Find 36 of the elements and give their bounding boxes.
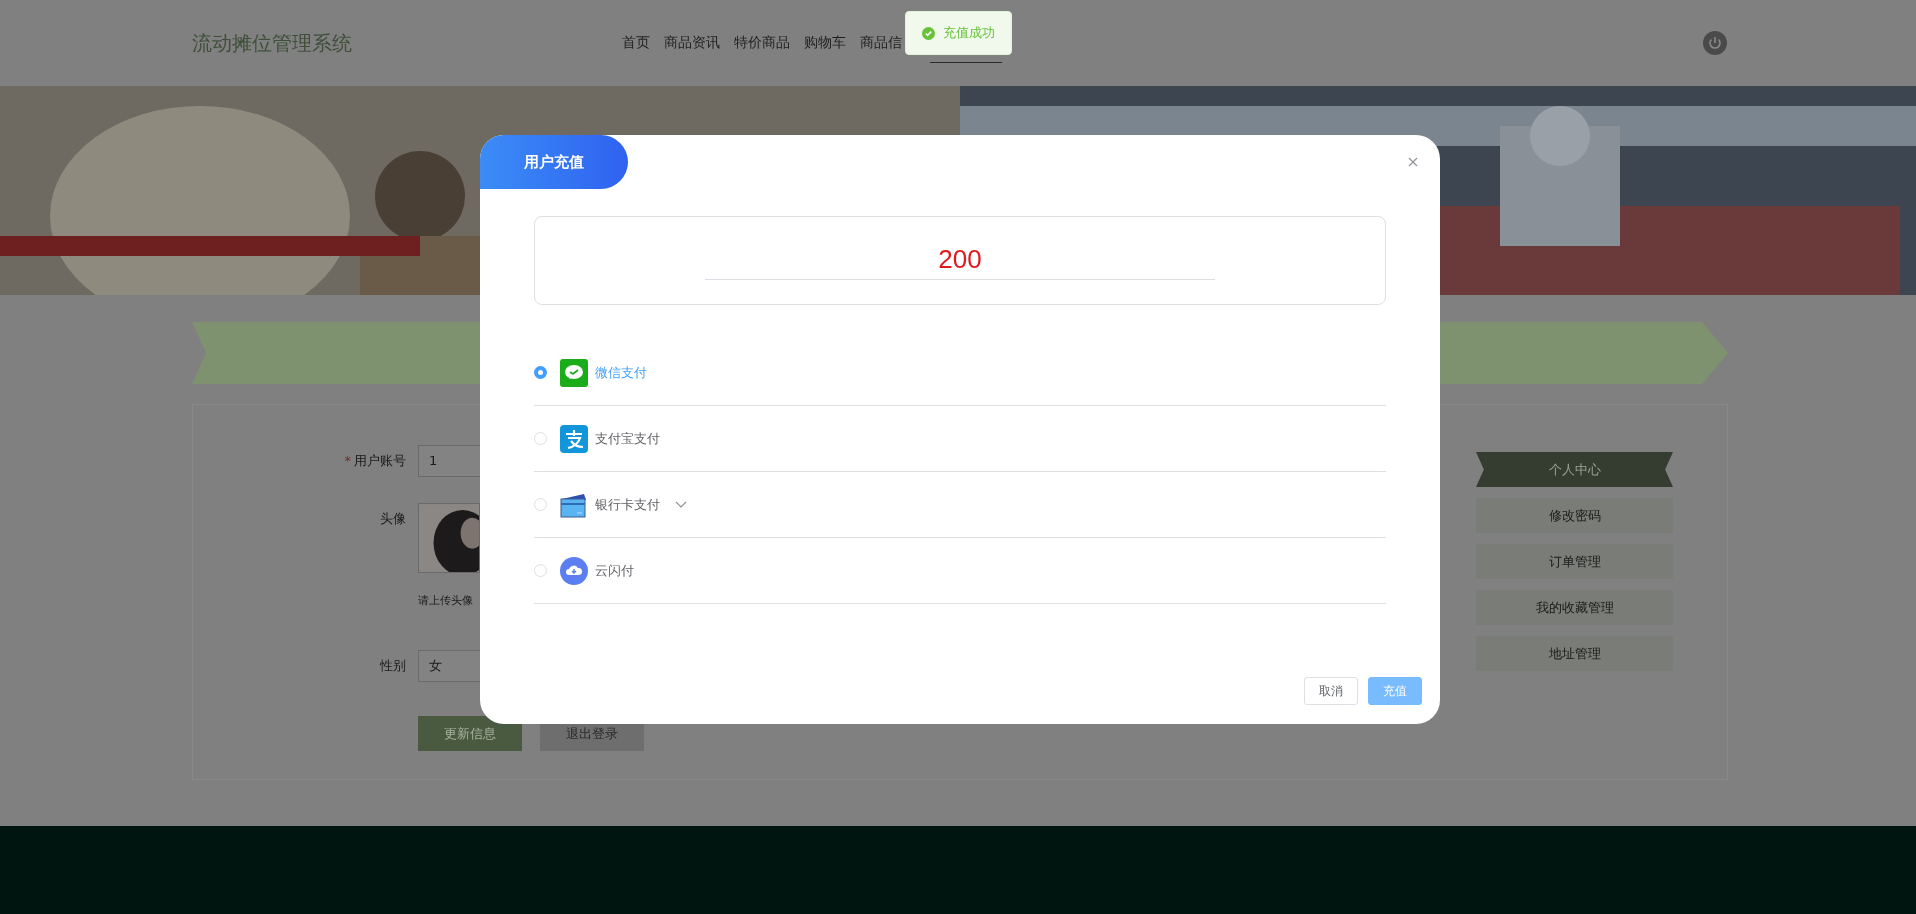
chevron-down-icon[interactable] — [675, 500, 687, 509]
required-mark: * — [344, 453, 351, 468]
payment-option[interactable]: 支付宝支付 — [534, 406, 1386, 472]
field-label: 头像 — [379, 510, 407, 528]
sidebar-item[interactable]: 我的收藏管理 — [1476, 590, 1673, 625]
cloud-icon — [560, 556, 588, 585]
nav-link[interactable]: 特价商品 — [734, 34, 790, 52]
alipay-icon — [560, 424, 588, 453]
payment-label: 微信支付 — [595, 363, 647, 382]
upload-hint: 请上传头像 — [418, 593, 473, 608]
payment-option[interactable]: 云闪付 — [534, 538, 1386, 604]
nav-link[interactable]: 商品信 — [860, 34, 902, 52]
site-title: 流动摊位管理系统 — [192, 29, 353, 57]
radio-button[interactable] — [534, 366, 547, 379]
nav-link[interactable]: 商品资讯 — [664, 34, 720, 52]
check-circle-icon — [922, 26, 935, 40]
field-label: 用户账号 — [354, 453, 406, 468]
power-icon[interactable] — [1703, 31, 1727, 55]
sidebar-item[interactable]: 修改密码 — [1476, 498, 1673, 533]
nav-link[interactable]: 购物车 — [804, 34, 846, 52]
nav-link[interactable]: 首页 — [622, 34, 650, 52]
sidebar-item[interactable]: 订单管理 — [1476, 544, 1673, 579]
close-icon[interactable] — [1406, 155, 1420, 169]
cancel-button[interactable]: 取消 — [1304, 677, 1358, 705]
update-button[interactable]: 更新信息 — [418, 716, 522, 751]
field-label: 性别 — [379, 657, 407, 675]
toast-message: 充值成功 — [943, 24, 995, 42]
payment-option[interactable]: 微信支付 — [534, 340, 1386, 406]
payment-option[interactable]: 银行卡支付 — [534, 472, 1386, 538]
dialog-title: 用户充值 — [480, 135, 628, 189]
payment-label: 云闪付 — [595, 561, 634, 580]
sidebar-item[interactable]: 地址管理 — [1476, 636, 1673, 671]
payment-label: 银行卡支付 — [595, 495, 660, 514]
sidebar-heading: 个人中心 — [1476, 452, 1673, 487]
payment-label: 支付宝支付 — [595, 429, 660, 448]
chat-bubble-icon — [560, 358, 588, 387]
